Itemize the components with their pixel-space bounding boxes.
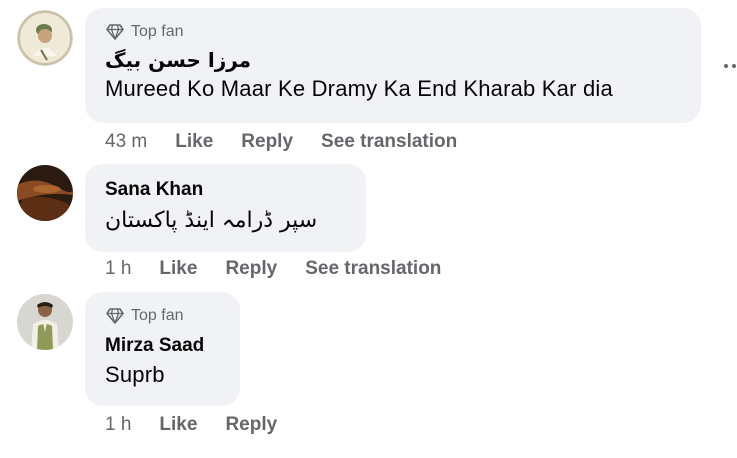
comment-timestamp[interactable]: 1 h [105, 414, 131, 436]
avatar-image [17, 294, 73, 350]
comment-text: Suprb [105, 362, 165, 387]
avatar-image [17, 165, 73, 221]
comment-timestamp[interactable]: 43 m [105, 131, 147, 153]
comment-author[interactable]: Mirza Saad [105, 334, 222, 358]
reply-button[interactable]: Reply [225, 258, 277, 280]
badge-label: Top fan [131, 23, 184, 40]
comment-actions: 1 h Like Reply [105, 413, 305, 437]
comment-bubble: Sana Khan سپر ڈرامہ اینڈ پاکستان [85, 164, 366, 252]
comment-text: سپر ڈرامہ اینڈ پاکستان [105, 208, 318, 233]
like-button[interactable]: Like [175, 131, 213, 153]
comment-text: Mureed Ko Maar Ke Dramy Ka End Kharab Ka… [105, 76, 613, 101]
diamond-icon [106, 24, 124, 40]
like-button[interactable]: Like [159, 414, 197, 436]
avatar-image [17, 10, 73, 66]
comment-bubble: Top fan Mirza Saad Suprb [85, 292, 240, 406]
avatar[interactable] [17, 10, 73, 66]
more-options-icon[interactable] [723, 62, 737, 70]
reply-button[interactable]: Reply [241, 131, 293, 153]
comment-actions: 1 h Like Reply See translation [105, 257, 469, 281]
see-translation-button[interactable]: See translation [305, 258, 441, 280]
comment-bubble: Top fan مرزا حسن بیگ Mureed Ko Maar Ke D… [85, 8, 701, 123]
diamond-icon [106, 308, 124, 324]
avatar[interactable] [17, 294, 73, 350]
comment-author[interactable]: Sana Khan [105, 178, 348, 202]
comment-author[interactable]: مرزا حسن بیگ [105, 48, 251, 72]
comment-timestamp[interactable]: 1 h [105, 258, 131, 280]
see-translation-button[interactable]: See translation [321, 131, 457, 153]
top-fan-badge: Top fan [105, 22, 683, 42]
comment-actions: 43 m Like Reply See translation [105, 130, 485, 154]
avatar[interactable] [17, 165, 73, 221]
like-button[interactable]: Like [159, 258, 197, 280]
reply-button[interactable]: Reply [225, 414, 277, 436]
badge-label: Top fan [131, 307, 184, 324]
top-fan-badge: Top fan [105, 306, 222, 326]
